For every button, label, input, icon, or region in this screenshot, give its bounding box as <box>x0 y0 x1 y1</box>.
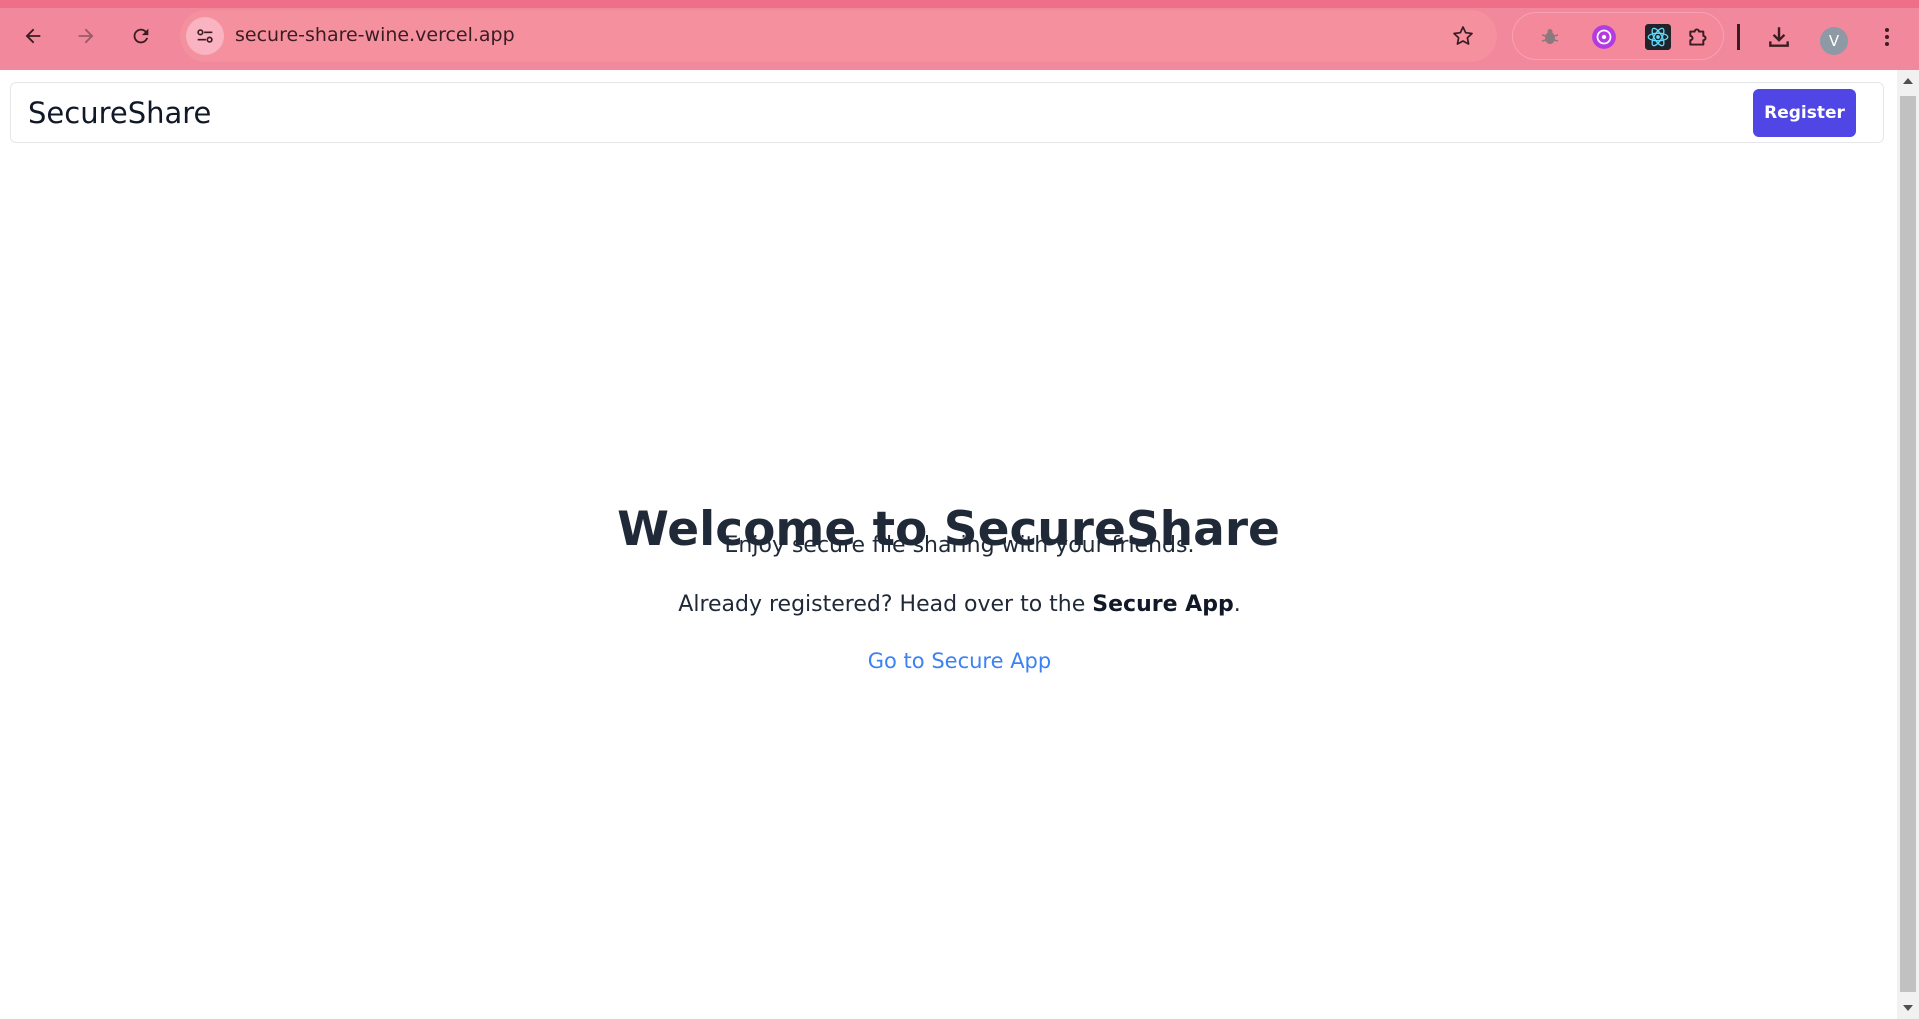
back-arrow-icon <box>25 28 41 44</box>
kebab-menu-icon <box>1885 28 1889 46</box>
react-devtools-icon <box>1645 24 1671 50</box>
bookmark-button[interactable] <box>1449 22 1477 50</box>
app-navbar: SecureShare Register <box>10 82 1884 143</box>
star-icon <box>1453 26 1473 45</box>
secure-app-emphasis: Secure App <box>1092 592 1234 617</box>
forward-button[interactable] <box>68 18 104 54</box>
profile-avatar[interactable]: V <box>1820 27 1848 55</box>
bug-extension-button[interactable] <box>1537 24 1563 50</box>
purple-extension-button[interactable] <box>1591 24 1617 50</box>
downloads-button[interactable] <box>1764 22 1794 52</box>
reload-icon <box>133 28 149 44</box>
tune-icon <box>197 29 213 43</box>
browser-menu-button[interactable] <box>1872 22 1902 52</box>
extensions-button[interactable] <box>1686 24 1712 50</box>
page-scrollbar[interactable] <box>1897 70 1919 1019</box>
download-icon <box>1769 27 1789 47</box>
purple-extension-icon <box>1592 25 1616 49</box>
back-button[interactable] <box>15 18 51 54</box>
scroll-up-icon[interactable] <box>1903 78 1913 84</box>
bug-extension-icon <box>1541 29 1559 44</box>
scroll-thumb[interactable] <box>1900 96 1916 992</box>
register-button[interactable]: Register <box>1753 89 1856 137</box>
forward-arrow-icon <box>78 28 94 44</box>
toolbar-divider <box>1737 24 1740 50</box>
reload-button[interactable] <box>123 18 159 54</box>
tagline-text: Enjoy secure file sharing with your frie… <box>724 533 1195 558</box>
puzzle-extensions-icon <box>1689 28 1707 46</box>
go-to-secure-app-link[interactable]: Go to Secure App <box>868 649 1051 673</box>
address-bar[interactable]: secure-share-wine.vercel.app <box>180 10 1497 62</box>
go-to-secure-app-container: Go to Secure App <box>0 649 1919 673</box>
url-text[interactable]: secure-share-wine.vercel.app <box>235 24 515 46</box>
already-prefix: Already registered? Head over to the <box>678 592 1093 617</box>
react-devtools-button[interactable] <box>1645 24 1671 50</box>
scroll-down-icon[interactable] <box>1903 1005 1913 1011</box>
extensions-group <box>1512 12 1724 60</box>
browser-toolbar: secure-share-wine.vercel.app V <box>0 0 1919 70</box>
already-registered-text: Already registered? Head over to the Sec… <box>0 592 1919 617</box>
site-info-button[interactable] <box>186 17 224 55</box>
already-suffix: . <box>1233 592 1241 617</box>
brand-title[interactable]: SecureShare <box>28 96 211 130</box>
